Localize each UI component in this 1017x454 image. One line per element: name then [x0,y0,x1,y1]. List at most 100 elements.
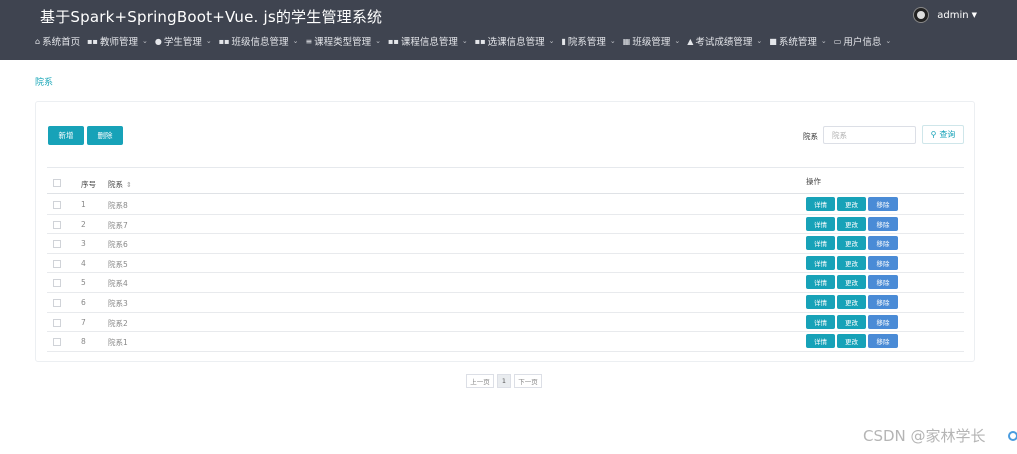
search-button[interactable]: ⚲ 查询 [922,125,964,144]
remove-button[interactable]: 移除 [868,275,898,290]
search-label: 院系 [803,132,818,141]
nav-item-3[interactable]: ▪▪ 班级信息管理 ⌄ [219,34,299,49]
row-checkbox[interactable] [53,299,61,307]
remove-button[interactable]: 移除 [868,216,898,231]
edit-button[interactable]: 更改 [837,216,866,231]
id-card-icon: ▭ [833,36,842,46]
nav-item-11[interactable]: ▭ 用户信息 ⌄ [833,34,892,49]
edit-button[interactable]: 更改 [837,255,866,270]
chevron-down-icon: ⌄ [756,37,763,45]
row-name: 院系1 [108,338,128,348]
username[interactable]: admin [937,10,968,21]
search-button-label: 查询 [939,130,956,139]
watermark: CSDN @家林学长 [863,427,986,445]
row-checkbox[interactable] [53,240,61,249]
detail-button[interactable]: 详情 [806,275,835,290]
row-checkbox[interactable] [53,201,61,209]
breadcrumb[interactable]: 院系 [35,75,53,88]
nav-item-1[interactable]: ▪▪ 教师管理 ⌄ [87,34,148,49]
chevron-down-icon: ⌄ [674,37,681,45]
sort-icon[interactable]: ⇕ [126,181,132,189]
row-name: 院系7 [108,220,128,230]
edit-button[interactable]: 更改 [837,295,866,309]
remove-button[interactable]: 移除 [868,197,898,211]
list-icon: ≡ [305,36,313,46]
nav-item-10[interactable]: ■ 系统管理 ⌄ [769,34,827,49]
table-row: 2 院系7 详情 更改 移除 [47,215,964,235]
row-name: 院系8 [108,201,128,210]
row-name: 院系6 [108,240,128,250]
nav-item-6[interactable]: ▪▪ 选课信息管理 ⌄ [475,34,555,49]
row-actions: 详情 更改 移除 [806,275,900,290]
chevron-down-icon: ⌄ [820,37,827,45]
nav-item-4[interactable]: ≡ 课程类型管理 ⌄ [305,34,381,49]
prev-page-button[interactable]: 上一页 [466,374,494,388]
delete-button[interactable]: 删除 [87,126,123,145]
search-icon: ⚲ [930,130,937,139]
nav-item-7[interactable]: ▮ 院系管理 ⌄ [562,34,616,49]
nav-item-8[interactable]: ▦ 班级管理 ⌄ [622,34,681,49]
edit-button[interactable]: 更改 [837,334,866,349]
current-page[interactable]: 1 [497,374,511,388]
remove-button[interactable]: 移除 [868,295,898,309]
next-page-button[interactable]: 下一页 [514,374,542,388]
detail-button[interactable]: 详情 [806,314,835,329]
nav-item-label: 选课信息管理 [487,37,545,48]
chevron-down-icon: ⌄ [885,37,892,45]
row-actions: 详情 更改 移除 [806,236,900,251]
nav-item-2[interactable]: ● 学生管理 ⌄ [155,34,212,49]
table-header: 序号 院系 ⇕ 操作 [47,172,964,194]
table-icon: ▦ [622,36,631,46]
edit-button[interactable]: 更改 [837,236,866,251]
nav-item-5[interactable]: ▪▪ 课程信息管理 ⌄ [388,34,468,49]
chevron-down-icon: ⌄ [205,37,212,45]
row-actions: 详情 更改 移除 [806,314,900,329]
remove-button[interactable]: 移除 [868,314,898,329]
row-checkbox[interactable] [53,338,61,347]
detail-button[interactable]: 详情 [806,295,835,309]
chevron-down-icon: ⌄ [548,37,555,45]
edit-button[interactable]: 更改 [837,197,866,211]
nav-item-label: 系统首页 [42,37,81,48]
grid-icon: ▪▪ [87,36,98,46]
detail-button[interactable]: 详情 [806,236,835,251]
nav-item-9[interactable]: ▲ 考试成绩管理 ⌄ [687,34,763,49]
table-row: 8 院系1 详情 更改 移除 [47,332,964,352]
detail-button[interactable]: 详情 [806,216,835,231]
row-checkbox[interactable] [53,318,61,327]
watermark-logo-icon [1008,431,1017,441]
remove-button[interactable]: 移除 [868,236,898,251]
row-no: 7 [81,317,86,327]
row-name: 院系4 [108,279,128,289]
header-ops: 操作 [806,177,821,186]
row-actions: 详情 更改 移除 [806,197,900,211]
row-actions: 详情 更改 移除 [806,216,900,231]
table-row: 3 院系6 详情 更改 移除 [47,234,964,254]
nav-item-label: 考试成绩管理 [695,37,753,48]
nav-item-0[interactable]: ⌂ 系统首页 [35,34,81,49]
detail-button[interactable]: 详情 [806,197,835,211]
nav-item-label: 课程类型管理 [314,37,372,48]
row-checkbox[interactable] [53,220,61,229]
detail-button[interactable]: 详情 [806,334,835,349]
add-button[interactable]: 新增 [48,126,84,145]
edit-button[interactable]: 更改 [837,314,866,329]
row-no: 2 [81,219,86,229]
row-no: 5 [81,278,86,288]
row-no: 1 [81,200,86,209]
row-checkbox[interactable] [53,279,61,288]
avatar[interactable] [913,7,930,23]
header-name[interactable]: 院系 ⇕ [108,179,132,190]
caret-down-icon[interactable]: ▼ [972,11,977,19]
row-checkbox[interactable] [53,259,61,268]
user-menu[interactable]: admin ▼ [913,6,977,24]
chevron-down-icon: ⌄ [461,37,468,45]
row-name: 院系3 [108,299,128,308]
detail-button[interactable]: 详情 [806,255,835,270]
chevron-down-icon: ⌄ [141,37,148,45]
search-input[interactable] [823,126,916,144]
edit-button[interactable]: 更改 [837,275,866,290]
remove-button[interactable]: 移除 [868,334,898,349]
select-all-checkbox[interactable] [53,179,61,187]
remove-button[interactable]: 移除 [868,255,898,270]
